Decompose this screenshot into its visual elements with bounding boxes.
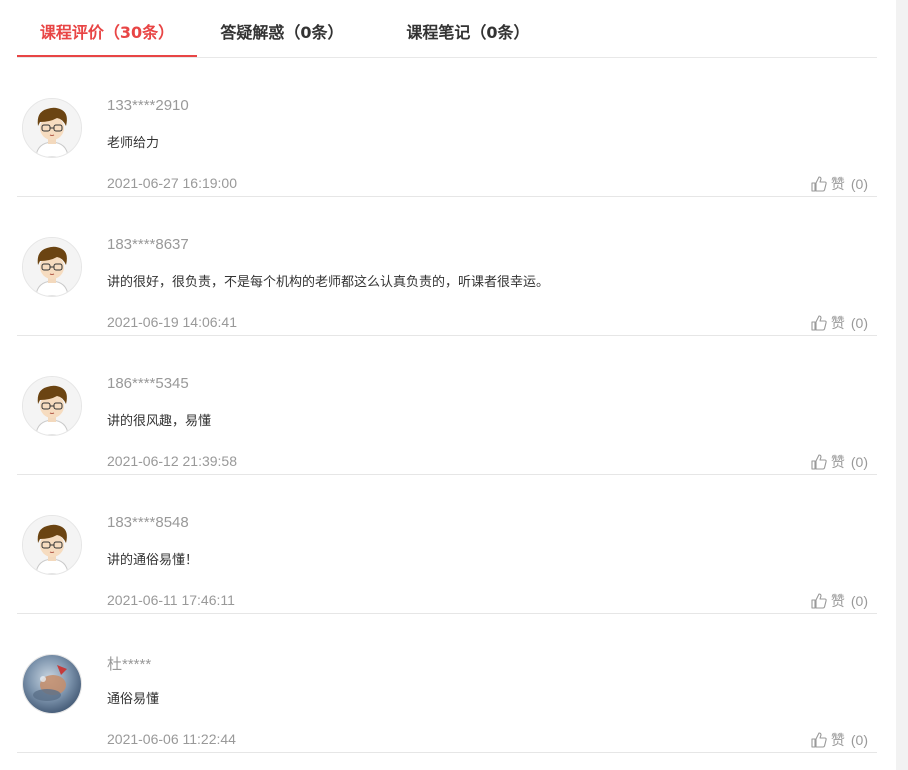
thumbs-up-icon <box>810 731 828 749</box>
like-count: (0) <box>850 732 868 748</box>
comment-time: 2021-06-11 17:46:11 <box>107 592 235 608</box>
comment-item: 186****5345 讲的很风趣，易懂 2021-06-12 21:39:58… <box>17 336 877 475</box>
comment-list: 133****2910 老师给力 2021-06-27 16:19:00 赞 (… <box>17 58 877 753</box>
like-label: 赞 <box>830 316 845 332</box>
like-count: (0) <box>850 454 868 470</box>
thumbs-up-icon <box>810 314 828 332</box>
comment-time: 2021-06-19 14:06:41 <box>107 314 237 330</box>
comment-text: 讲的通俗易懂！ <box>107 553 199 568</box>
like-button[interactable]: 赞 (0) <box>810 730 868 750</box>
comment-time: 2021-06-06 11:22:44 <box>107 731 236 747</box>
comment-text: 讲的很好，很负责，不是每个机构的老师都这么认真负责的，听课者很幸运。 <box>107 275 550 290</box>
like-button[interactable]: 赞 (0) <box>810 174 868 194</box>
username: 186****5345 <box>107 375 189 392</box>
comment-item: 133****2910 老师给力 2021-06-27 16:19:00 赞 (… <box>17 58 877 197</box>
avatar[interactable] <box>22 654 82 714</box>
scrollbar-track[interactable] <box>896 0 908 770</box>
username: 183****8637 <box>107 236 189 253</box>
thumbs-up-icon <box>810 592 828 610</box>
comment-text: 通俗易懂 <box>107 692 160 707</box>
like-label: 赞 <box>830 733 845 749</box>
comment-item: 183****8637 讲的很好，很负责，不是每个机构的老师都这么认真负责的，听… <box>17 197 877 336</box>
username: 183****8548 <box>107 514 189 531</box>
avatar[interactable] <box>22 376 82 436</box>
comment-time: 2021-06-27 16:19:00 <box>107 175 237 191</box>
tab-course-reviews[interactable]: 课程评价（30条） <box>17 0 197 57</box>
avatar[interactable] <box>22 98 82 158</box>
thumbs-up-icon <box>810 453 828 471</box>
like-button[interactable]: 赞 (0) <box>810 452 868 472</box>
tab-course-notes[interactable]: 课程笔记（0条） <box>383 0 553 56</box>
avatar[interactable] <box>22 237 82 297</box>
username: 杜***** <box>107 656 152 673</box>
comment-text: 讲的很风趣，易懂 <box>107 414 212 429</box>
comment-text: 老师给力 <box>107 136 160 151</box>
tab-bar: 课程评价（30条） 答疑解惑（0条） 课程笔记（0条） <box>17 0 877 58</box>
tab-qa[interactable]: 答疑解惑（0条） <box>197 0 367 56</box>
thumbs-up-icon <box>810 175 828 193</box>
comment-time: 2021-06-12 21:39:58 <box>107 453 237 469</box>
comment-item: 183****8548 讲的通俗易懂！ 2021-06-11 17:46:11 … <box>17 475 877 614</box>
comment-item: 杜***** 通俗易懂 2021-06-06 11:22:44 赞 (0) <box>17 614 877 753</box>
like-label: 赞 <box>830 177 845 193</box>
username: 133****2910 <box>107 97 189 114</box>
like-count: (0) <box>850 315 868 331</box>
like-label: 赞 <box>830 594 845 610</box>
like-count: (0) <box>850 176 868 192</box>
like-button[interactable]: 赞 (0) <box>810 591 868 611</box>
avatar[interactable] <box>22 515 82 575</box>
like-label: 赞 <box>830 455 845 471</box>
like-button[interactable]: 赞 (0) <box>810 313 868 333</box>
like-count: (0) <box>850 593 868 609</box>
